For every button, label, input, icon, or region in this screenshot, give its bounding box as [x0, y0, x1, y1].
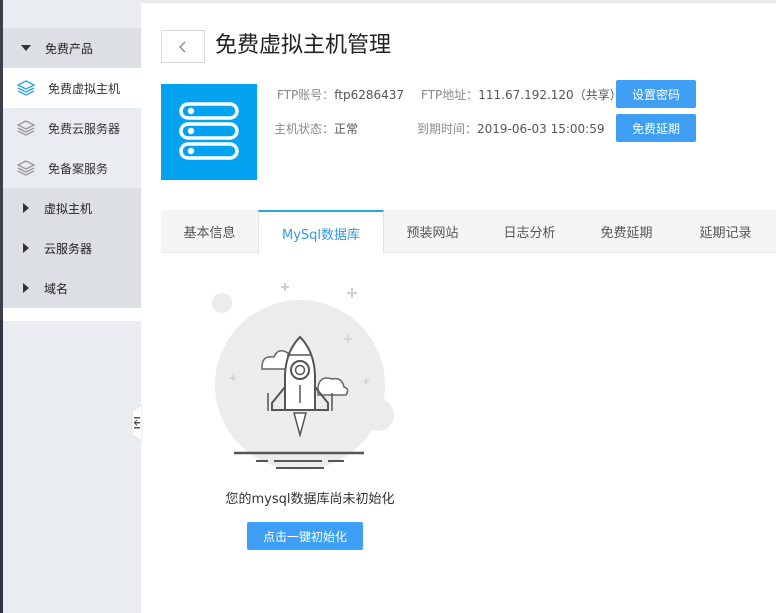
caret-right-icon	[23, 243, 29, 253]
caret-down-icon	[21, 45, 31, 51]
layers-icon	[17, 80, 35, 96]
free-extend-button[interactable]: 免费延期	[616, 114, 696, 142]
ftp-address-label: FTP地址：	[421, 88, 479, 102]
sidebar-group-label: 免费产品	[45, 41, 94, 56]
sidebar-item-no-filing-service[interactable]: 免备案服务	[3, 148, 141, 188]
init-database-button[interactable]: 点击一键初始化	[247, 522, 363, 550]
sidebar-divider	[3, 308, 141, 321]
host-status: 主机状态：正常	[274, 121, 358, 137]
ftp-account-label: FTP账号：	[277, 88, 335, 102]
server-logo	[161, 84, 257, 180]
rocket-icon	[212, 283, 394, 470]
ftp-address-value: 111.67.192.120（共享）	[478, 88, 622, 102]
back-button[interactable]	[161, 30, 205, 63]
sidebar-item-label: 免费虚拟主机	[48, 81, 121, 96]
sidebar-group-label: 云服务器	[44, 241, 93, 256]
caret-right-icon	[23, 203, 29, 213]
sidebar-item-free-virtual-host[interactable]: 免费虚拟主机	[3, 68, 141, 108]
sidebar-group-label: 域名	[44, 281, 69, 296]
tab-log-analysis[interactable]: 日志分析	[481, 210, 578, 253]
expiry-time: 到期时间：2019-06-03 15:00:59	[417, 121, 604, 137]
sidebar-group-virtual-host[interactable]: 虚拟主机	[3, 188, 141, 228]
sidebar-item-label: 免费云服务器	[48, 121, 121, 136]
sidebar-item-free-cloud-server[interactable]: 免费云服务器	[3, 108, 141, 148]
tab-mysql-database[interactable]: MySql数据库	[258, 210, 384, 254]
expiry-time-label: 到期时间：	[417, 122, 478, 136]
host-status-label: 主机状态：	[274, 122, 335, 136]
sidebar-item-label: 免备案服务	[48, 161, 109, 176]
host-status-value: 正常	[334, 122, 359, 136]
tab-basic-info[interactable]: 基本信息	[161, 210, 258, 253]
tab-free-extend[interactable]: 免费延期	[578, 210, 675, 253]
server-stack-icon	[179, 102, 239, 160]
sidebar-collapse-icon[interactable]	[128, 405, 142, 441]
set-password-button[interactable]: 设置密码	[616, 80, 696, 108]
ftp-address: FTP地址：111.67.192.120（共享）	[421, 87, 622, 103]
page-title: 免费虚拟主机管理	[215, 33, 392, 58]
chevron-left-icon	[179, 41, 186, 52]
layers-icon	[17, 120, 35, 136]
ftp-account-value: ftp6286437	[334, 88, 405, 102]
sidebar: 免费产品 免费虚拟主机 免费云服务器 免备案服务 虚拟主机 云服务器 域名	[3, 0, 141, 613]
layers-icon	[17, 160, 35, 176]
empty-state-message: 您的mysql数据库尚未初始化	[225, 492, 395, 507]
sidebar-group-cloud-server[interactable]: 云服务器	[3, 228, 141, 268]
expiry-time-value: 2019-06-03 15:00:59	[477, 122, 605, 136]
sidebar-group-free-products[interactable]: 免费产品	[3, 28, 141, 68]
top-divider	[141, 0, 776, 3]
sidebar-group-domain[interactable]: 域名	[3, 268, 141, 308]
tab-preinstalled-site[interactable]: 预装网站	[384, 210, 481, 253]
sidebar-group-label: 虚拟主机	[44, 201, 93, 216]
caret-right-icon	[23, 283, 29, 293]
tab-extend-records[interactable]: 延期记录	[675, 210, 776, 253]
tab-bar: 基本信息 MySql数据库 预装网站 日志分析 免费延期 延期记录	[161, 210, 776, 254]
ftp-account: FTP账号：ftp6286437	[277, 87, 404, 103]
